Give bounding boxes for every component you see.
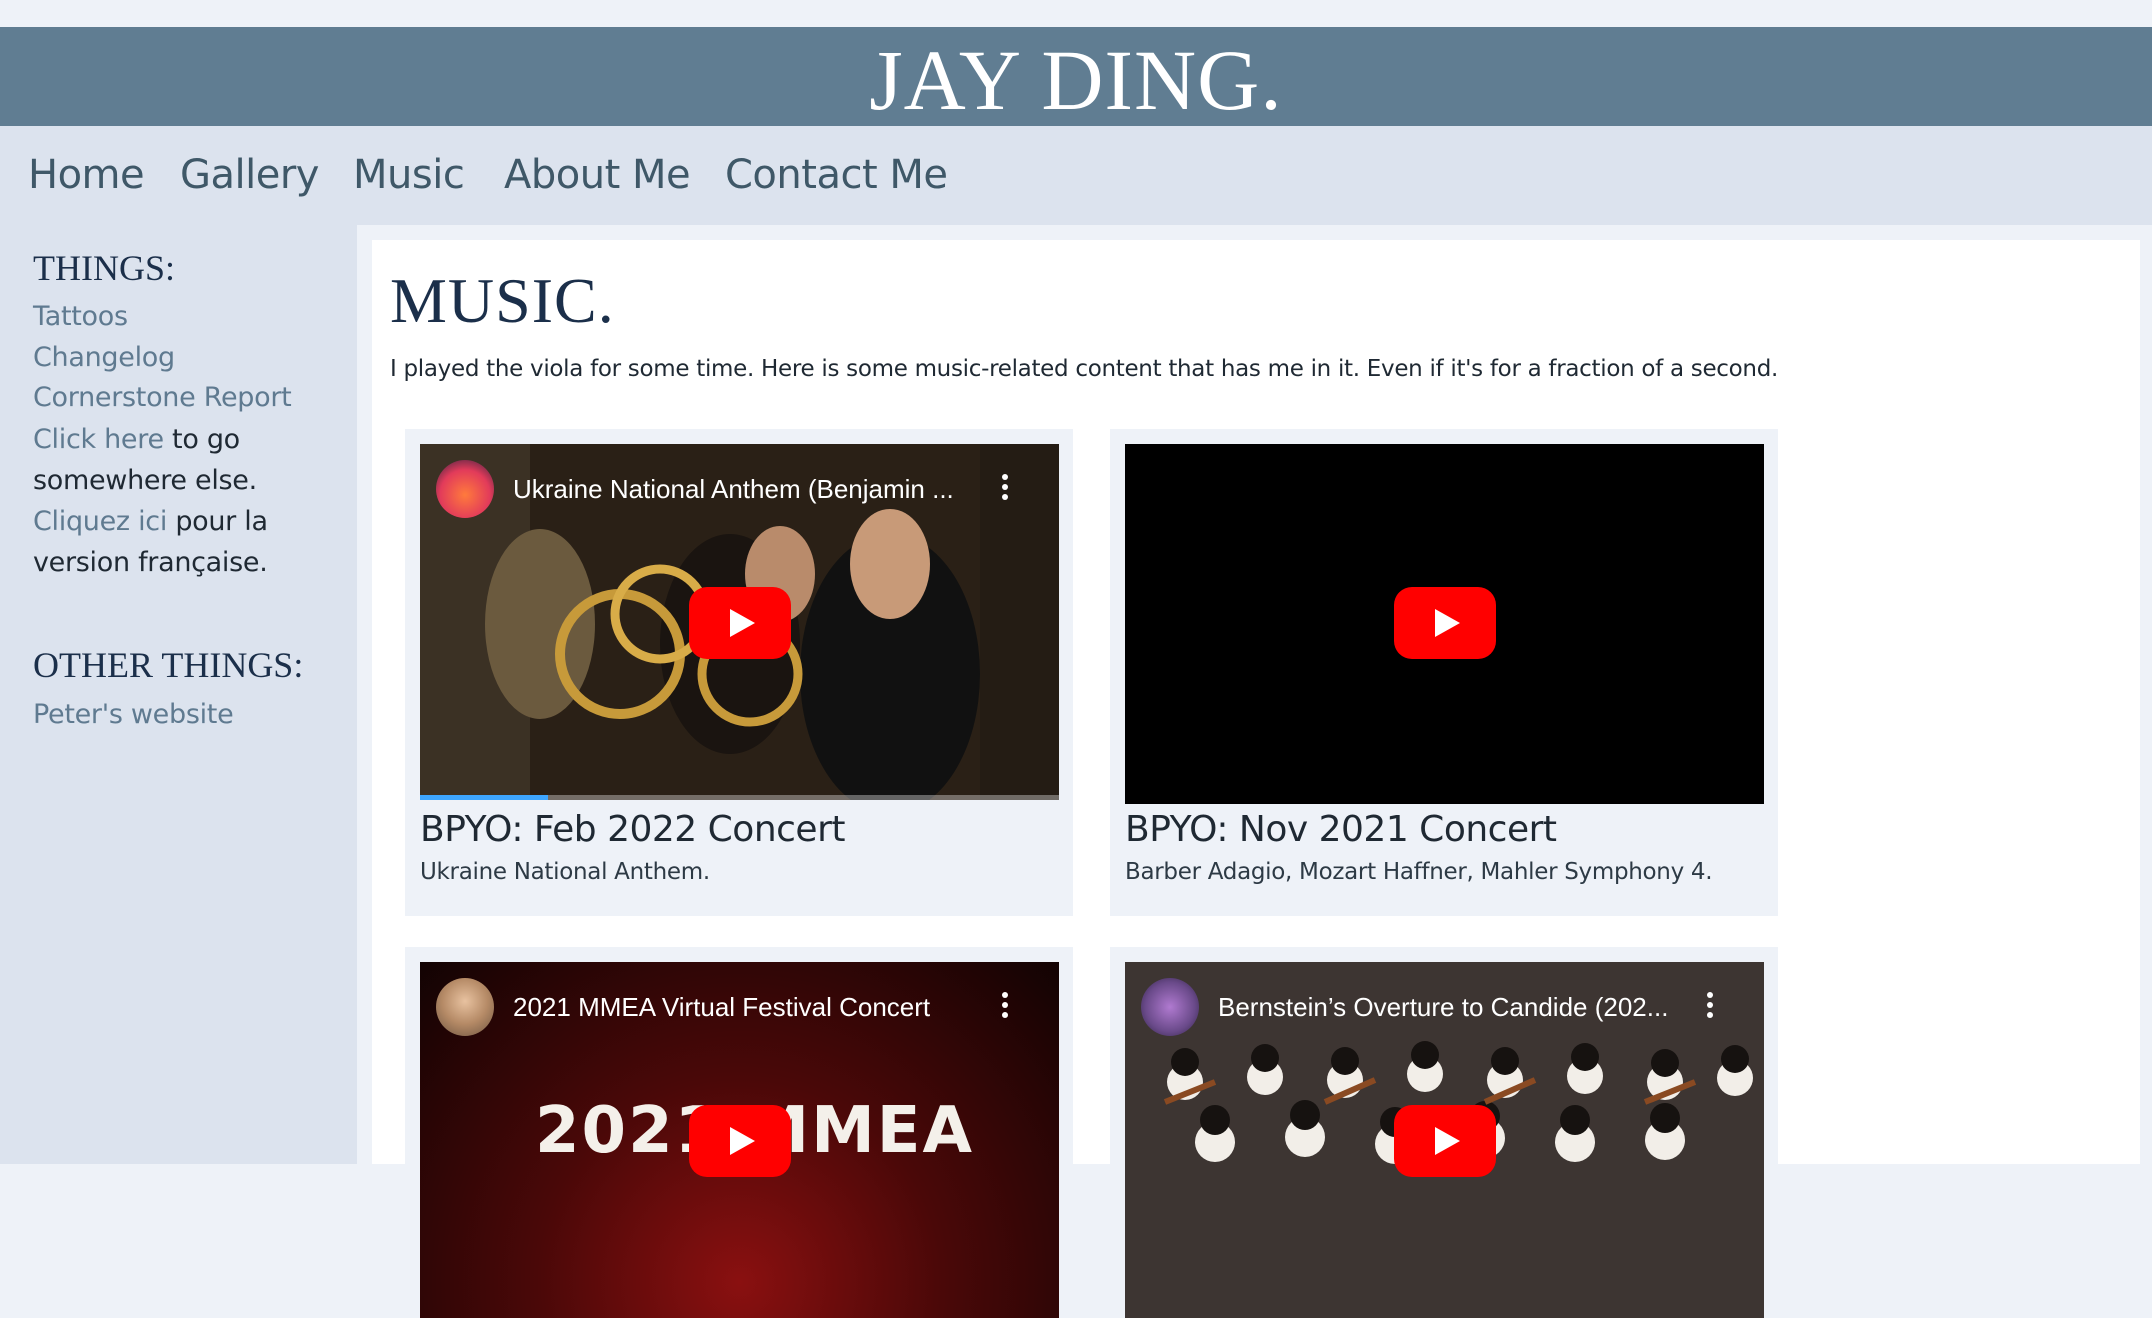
video-card-nov-2021: BPYO: Nov 2021 Concert Barber Adagio, Mo… bbox=[1110, 429, 1778, 916]
card-title: BPYO: Feb 2022 Concert bbox=[420, 809, 846, 850]
video-title[interactable]: Bernstein’s Overture to Candide (202... bbox=[1218, 992, 1668, 1023]
nav-about-me[interactable]: About Me bbox=[504, 152, 691, 198]
card-title: BPYO: Nov 2021 Concert bbox=[1125, 809, 1557, 850]
video-card-candide: Bernstein’s Overture to Candide (202... bbox=[1110, 947, 1778, 1318]
sidebar-link-cornerstone-report[interactable]: Cornerstone Report bbox=[33, 382, 292, 413]
sidebar-cliquez-line: Cliquez ici pour la bbox=[33, 506, 268, 537]
main-nav: Home Gallery Music About Me Contact Me bbox=[0, 126, 2152, 225]
video-card-mmea-2021: 2021 MMEA Virtual Festival Concert 2021 … bbox=[405, 947, 1073, 1318]
sidebar-link-tattoos[interactable]: Tattoos bbox=[33, 301, 128, 332]
video-card-feb-2022: Ukraine National Anthem (Benjamin ... BP… bbox=[405, 429, 1073, 916]
nav-home[interactable]: Home bbox=[28, 152, 145, 198]
more-vert-icon[interactable] bbox=[995, 988, 1015, 1028]
sidebar-things-heading: THINGS: bbox=[33, 248, 175, 288]
nav-contact-me[interactable]: Contact Me bbox=[725, 152, 948, 198]
sidebar-cliquez-line-2: version française. bbox=[33, 547, 268, 578]
channel-avatar-icon[interactable] bbox=[1141, 978, 1199, 1036]
play-icon[interactable] bbox=[1394, 1105, 1496, 1177]
page-title: MUSIC. bbox=[390, 265, 615, 336]
site-banner: JAY DING. bbox=[0, 27, 2152, 126]
intro-text: I played the viola for some time. Here i… bbox=[390, 356, 1779, 382]
cliquez-text: pour la bbox=[167, 506, 268, 537]
video-embed[interactable] bbox=[1125, 444, 1764, 804]
video-embed[interactable]: 2021 MMEA Virtual Festival Concert 2021 … bbox=[420, 962, 1059, 1318]
sidebar: THINGS: Tattoos Changelog Cornerstone Re… bbox=[0, 225, 357, 1164]
video-title[interactable]: 2021 MMEA Virtual Festival Concert bbox=[513, 992, 930, 1023]
site-title: JAY DING. bbox=[869, 31, 1283, 128]
nav-gallery[interactable]: Gallery bbox=[180, 152, 319, 198]
play-icon[interactable] bbox=[689, 587, 791, 659]
main-content: MUSIC. I played the viola for some time.… bbox=[372, 240, 2140, 1318]
channel-avatar-icon[interactable] bbox=[436, 460, 494, 518]
sidebar-link-peters-website[interactable]: Peter's website bbox=[33, 699, 234, 730]
sidebar-click-here-line: Click here to go bbox=[33, 424, 240, 455]
top-strip bbox=[0, 0, 2152, 27]
click-here-text: to go bbox=[163, 424, 240, 455]
play-icon[interactable] bbox=[1394, 587, 1496, 659]
card-description: Ukraine National Anthem. bbox=[420, 859, 710, 885]
more-vert-icon[interactable] bbox=[995, 470, 1015, 510]
click-here-link[interactable]: Click here bbox=[33, 424, 164, 455]
play-icon[interactable] bbox=[689, 1105, 791, 1177]
channel-avatar-icon[interactable] bbox=[436, 978, 494, 1036]
more-vert-icon[interactable] bbox=[1700, 988, 1720, 1028]
video-embed[interactable]: Ukraine National Anthem (Benjamin ... bbox=[420, 444, 1059, 800]
sidebar-click-here-line-2: somewhere else. bbox=[33, 465, 257, 496]
card-description: Barber Adagio, Mozart Haffner, Mahler Sy… bbox=[1125, 859, 1713, 885]
sidebar-link-changelog[interactable]: Changelog bbox=[33, 342, 175, 373]
video-title[interactable]: Ukraine National Anthem (Benjamin ... bbox=[513, 474, 954, 505]
nav-music[interactable]: Music bbox=[353, 152, 465, 198]
cliquez-ici-link[interactable]: Cliquez ici bbox=[33, 506, 167, 537]
video-progress-bar[interactable] bbox=[420, 795, 1059, 800]
video-embed[interactable]: Bernstein’s Overture to Candide (202... bbox=[1125, 962, 1764, 1318]
sidebar-other-heading: OTHER THINGS: bbox=[33, 645, 304, 685]
